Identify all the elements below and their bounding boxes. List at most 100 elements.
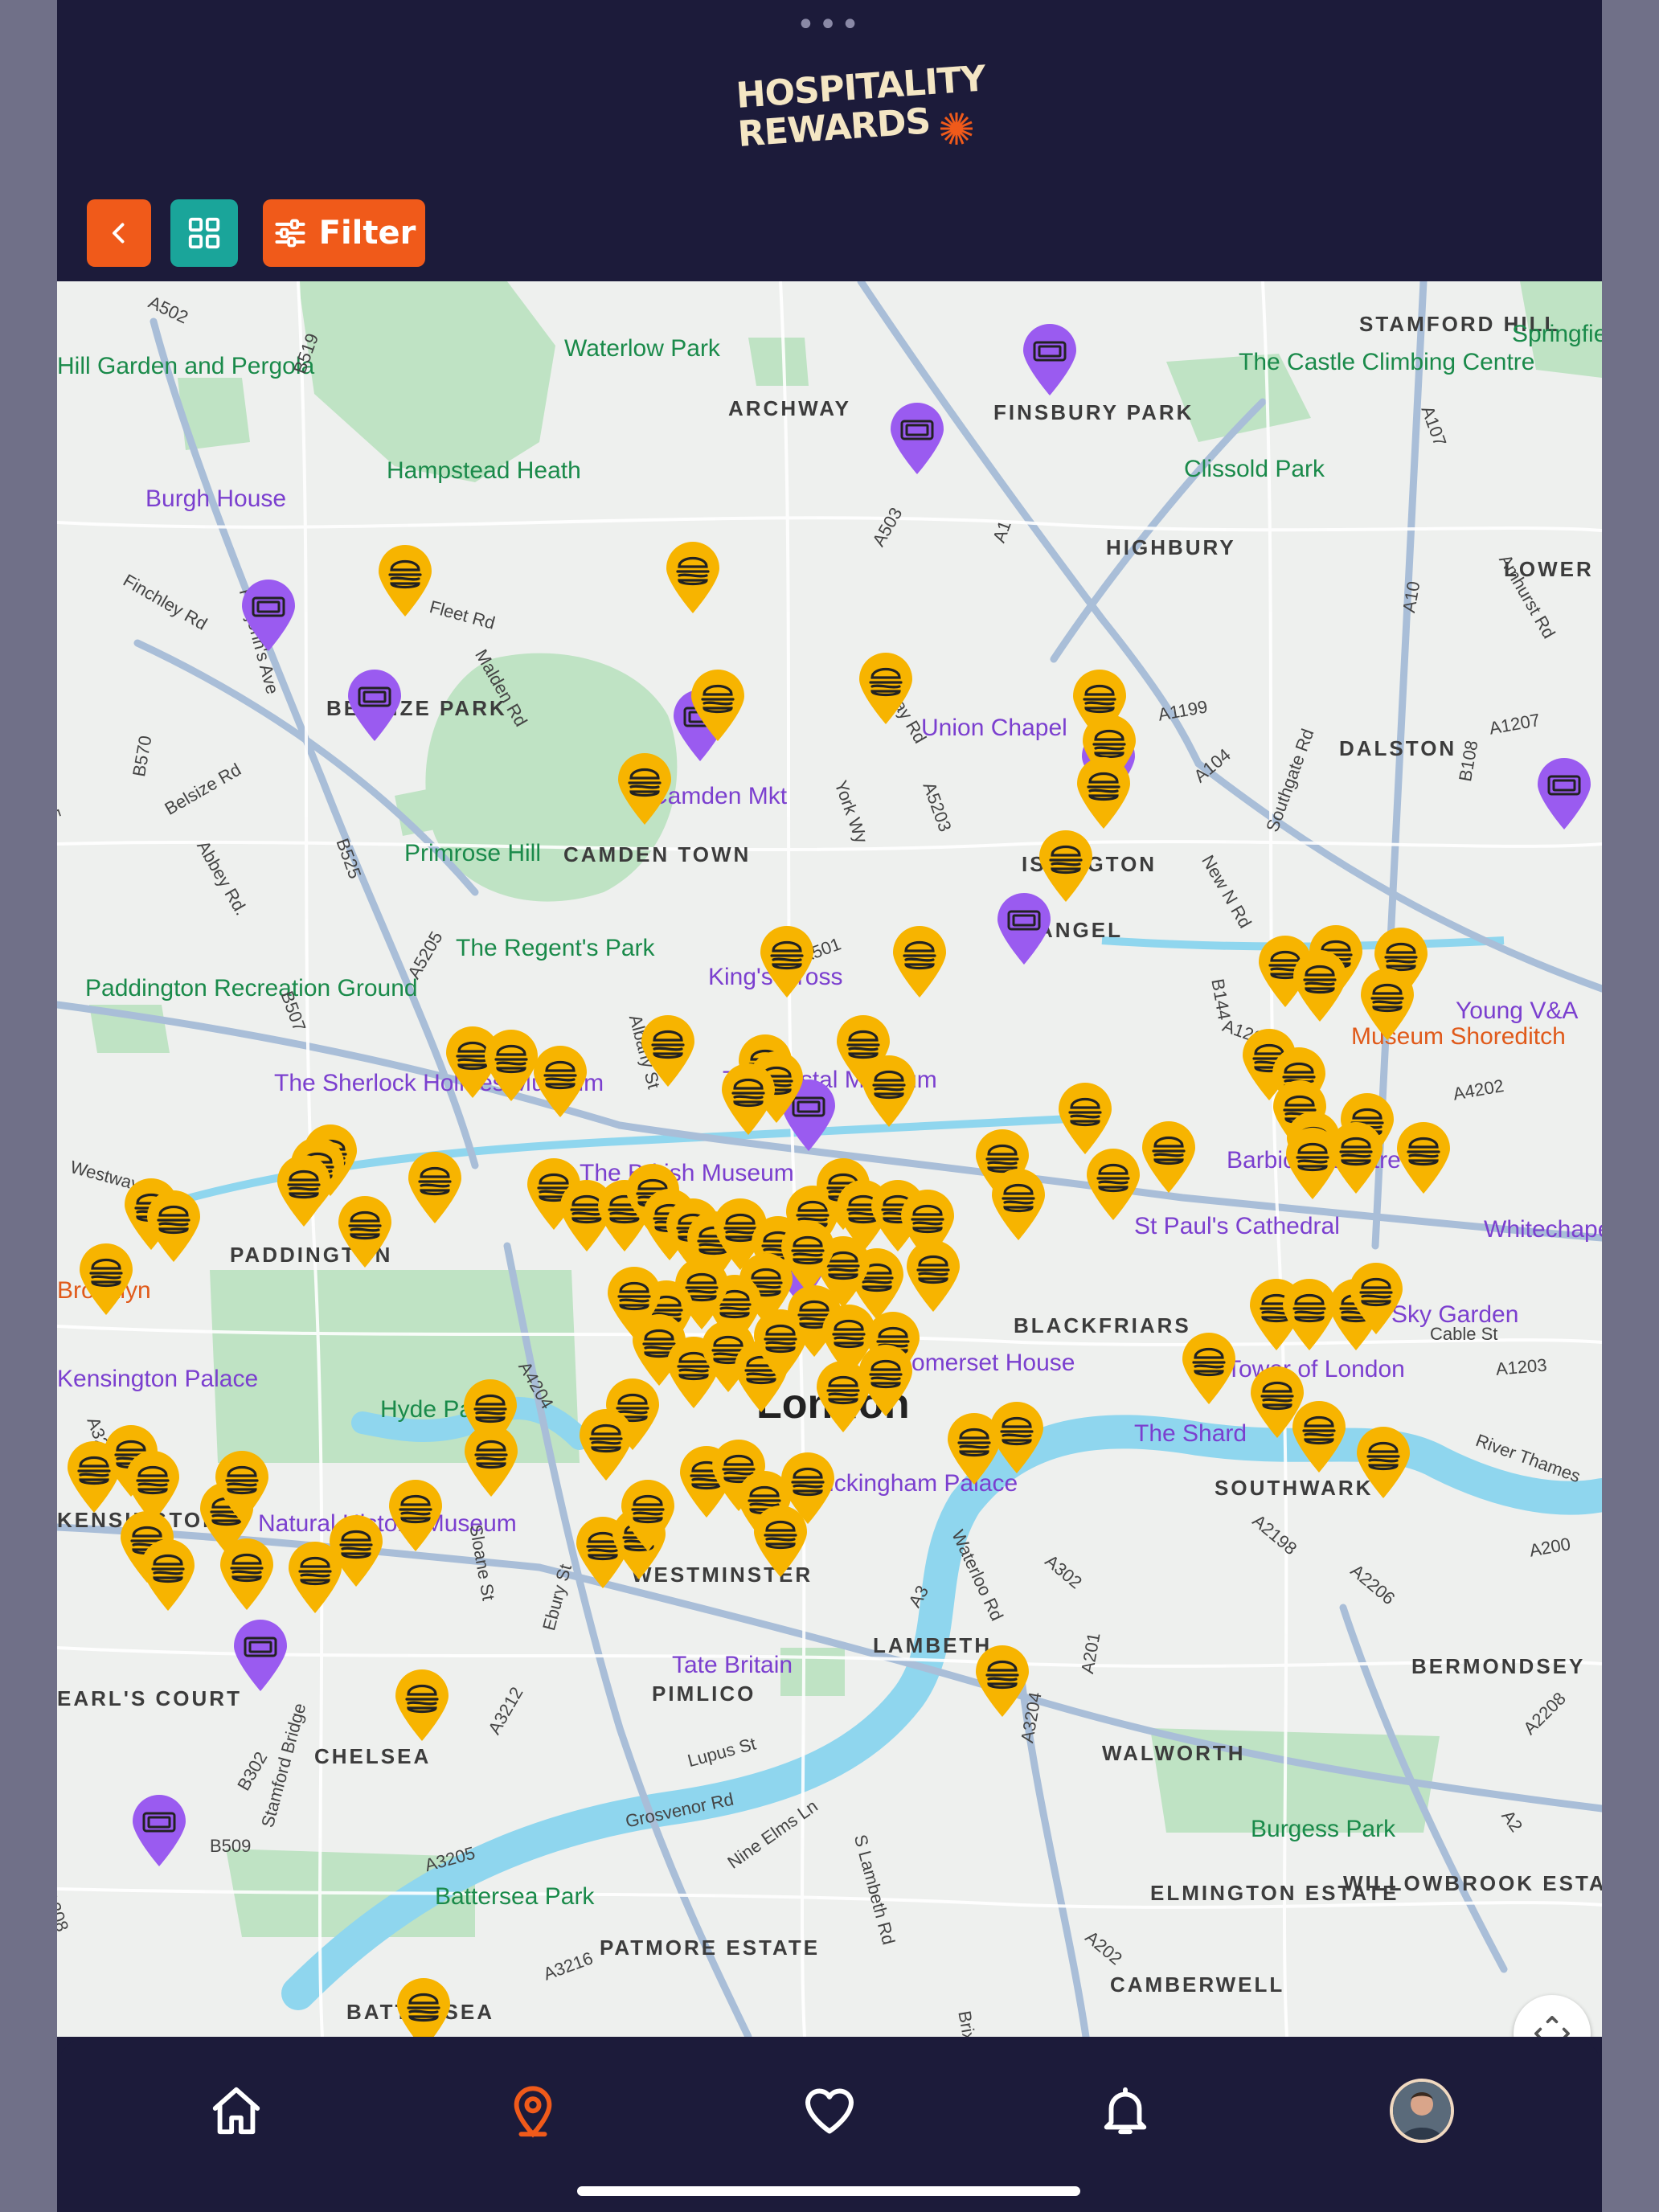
district-label: DALSTON: [1339, 736, 1457, 760]
food-venue-pin[interactable]: [1355, 1426, 1411, 1500]
food-venue-pin[interactable]: [858, 1344, 914, 1418]
ticket-venue-pin[interactable]: [232, 1619, 289, 1693]
road-label: A1203: [1494, 1354, 1548, 1379]
park-label: Battersea Park: [435, 1883, 595, 1910]
poi-label: Tate Britain: [672, 1652, 793, 1678]
district-label: WILLOWBROOK ESTATE: [1343, 1871, 1602, 1895]
food-venue-pin[interactable]: [640, 1014, 696, 1088]
park-label: Hampstead Heath: [387, 457, 581, 484]
district-label: ARCHWAY: [728, 396, 851, 420]
food-venue-pin[interactable]: [214, 1450, 270, 1524]
food-venue-pin[interactable]: [337, 1195, 393, 1269]
food-venue-pin[interactable]: [620, 1479, 676, 1553]
park-label: Primrose Hill: [404, 840, 542, 866]
food-venue-pin[interactable]: [1292, 949, 1348, 1023]
food-venue-pin[interactable]: [905, 1239, 961, 1313]
nav-notifications[interactable]: [1087, 2072, 1164, 2149]
food-venue-pin[interactable]: [1085, 1148, 1141, 1222]
food-venue-pin[interactable]: [1141, 1120, 1197, 1194]
food-venue-pin[interactable]: [1291, 1400, 1347, 1474]
park-label: Hill Garden and Pergola: [57, 353, 315, 379]
food-venue-pin[interactable]: [1181, 1332, 1237, 1406]
poi-label: Union Chapel: [921, 715, 1067, 741]
map-pin-icon: [514, 2086, 552, 2138]
food-venue-pin[interactable]: [974, 1645, 1030, 1718]
food-venue-pin[interactable]: [616, 752, 673, 826]
filter-label: Filter: [318, 215, 416, 252]
food-venue-pin[interactable]: [140, 1538, 196, 1612]
food-venue-pin[interactable]: [858, 652, 914, 726]
ticket-venue-pin[interactable]: [346, 669, 403, 743]
poi-label: The Shard: [1134, 1420, 1247, 1447]
food-venue-pin[interactable]: [78, 1243, 134, 1317]
poi-label: Somerset House: [895, 1350, 1075, 1376]
heart-icon: [805, 2088, 854, 2134]
grid-icon: [188, 217, 220, 249]
park-label: Paddington Recreation Ground: [85, 975, 418, 1002]
poi-label: Whitechapel: [1484, 1216, 1602, 1243]
food-venue-pin[interactable]: [861, 1055, 917, 1129]
food-venue-pin[interactable]: [463, 1424, 519, 1498]
food-venue-pin[interactable]: [1038, 830, 1094, 903]
home-indicator: [577, 2186, 1080, 2196]
district-label: BLACKFRIARS: [1014, 1313, 1191, 1337]
district-label: BERMONDSEY: [1411, 1654, 1586, 1678]
food-venue-pin[interactable]: [377, 544, 433, 618]
food-venue-pin[interactable]: [690, 669, 746, 743]
food-venue-pin[interactable]: [328, 1514, 384, 1588]
food-venue-pin[interactable]: [532, 1045, 588, 1119]
food-venue-pin[interactable]: [276, 1154, 332, 1228]
ticket-venue-pin[interactable]: [240, 579, 297, 653]
food-venue-pin[interactable]: [1328, 1121, 1384, 1195]
district-label: SOUTHWARK: [1215, 1476, 1374, 1500]
food-venue-pin[interactable]: [989, 1401, 1045, 1475]
park-label: The Castle Climbing Centre: [1239, 349, 1535, 375]
food-venue-pin[interactable]: [665, 541, 721, 615]
district-label: FINSBURY PARK: [993, 400, 1194, 424]
food-venue-pin[interactable]: [990, 1168, 1047, 1242]
more-dots-icon[interactable]: •••: [57, 9, 1602, 41]
food-venue-pin[interactable]: [759, 925, 815, 999]
food-venue-pin[interactable]: [387, 1479, 444, 1553]
food-venue-pin[interactable]: [394, 1669, 450, 1743]
grid-view-button[interactable]: [170, 199, 238, 267]
food-venue-pin[interactable]: [1359, 968, 1415, 1042]
expand-icon: [1534, 2016, 1570, 2037]
chevron-left-icon: [113, 223, 125, 244]
app-logo: HOSPITALITY REWARDS: [735, 58, 986, 170]
road-label: B509: [210, 1836, 252, 1856]
map-view[interactable]: ARCHWAY FINSBURY PARK STAMFORD HILL HIGHBUR…: [57, 281, 1602, 2037]
food-venue-pin[interactable]: [483, 1029, 539, 1103]
back-button[interactable]: [87, 199, 151, 267]
district-label: CAMBERWELL: [1110, 1972, 1285, 1997]
food-venue-pin[interactable]: [145, 1190, 202, 1264]
food-venue-pin[interactable]: [891, 925, 948, 999]
poi-label: Burgh House: [145, 485, 287, 512]
ticket-venue-pin[interactable]: [889, 402, 945, 476]
food-venue-pin[interactable]: [395, 1977, 452, 2037]
district-label: CHELSEA: [314, 1744, 432, 1768]
food-venue-pin[interactable]: [407, 1151, 463, 1225]
food-venue-pin[interactable]: [1075, 756, 1132, 830]
ticket-venue-pin[interactable]: [131, 1794, 187, 1868]
district-label: EARL'S COURT: [57, 1686, 242, 1710]
app-window: ••• HOSPITALITY REWARDS Filter ARCHWAY F…: [57, 0, 1602, 2212]
food-venue-pin[interactable]: [720, 1063, 776, 1137]
ticket-venue-pin[interactable]: [1022, 323, 1078, 397]
food-venue-pin[interactable]: [780, 1452, 836, 1526]
poi-label: Kensington Palace: [57, 1366, 259, 1392]
poi-label: St Paul's Cathedral: [1134, 1213, 1340, 1239]
food-venue-pin[interactable]: [1057, 1082, 1113, 1156]
ticket-venue-pin[interactable]: [1536, 757, 1592, 831]
food-venue-pin[interactable]: [219, 1538, 275, 1612]
filter-button[interactable]: Filter: [263, 199, 425, 267]
food-venue-pin[interactable]: [1348, 1262, 1404, 1336]
food-venue-pin[interactable]: [1395, 1121, 1452, 1195]
nav-favourites[interactable]: [791, 2072, 868, 2149]
food-venue-pin[interactable]: [578, 1408, 634, 1482]
nav-map[interactable]: [494, 2072, 571, 2149]
nav-profile[interactable]: [1383, 2072, 1460, 2149]
nav-home[interactable]: [198, 2072, 275, 2149]
district-label: PIMLICO: [652, 1682, 756, 1706]
poi-label: Young V&A: [1456, 997, 1579, 1024]
